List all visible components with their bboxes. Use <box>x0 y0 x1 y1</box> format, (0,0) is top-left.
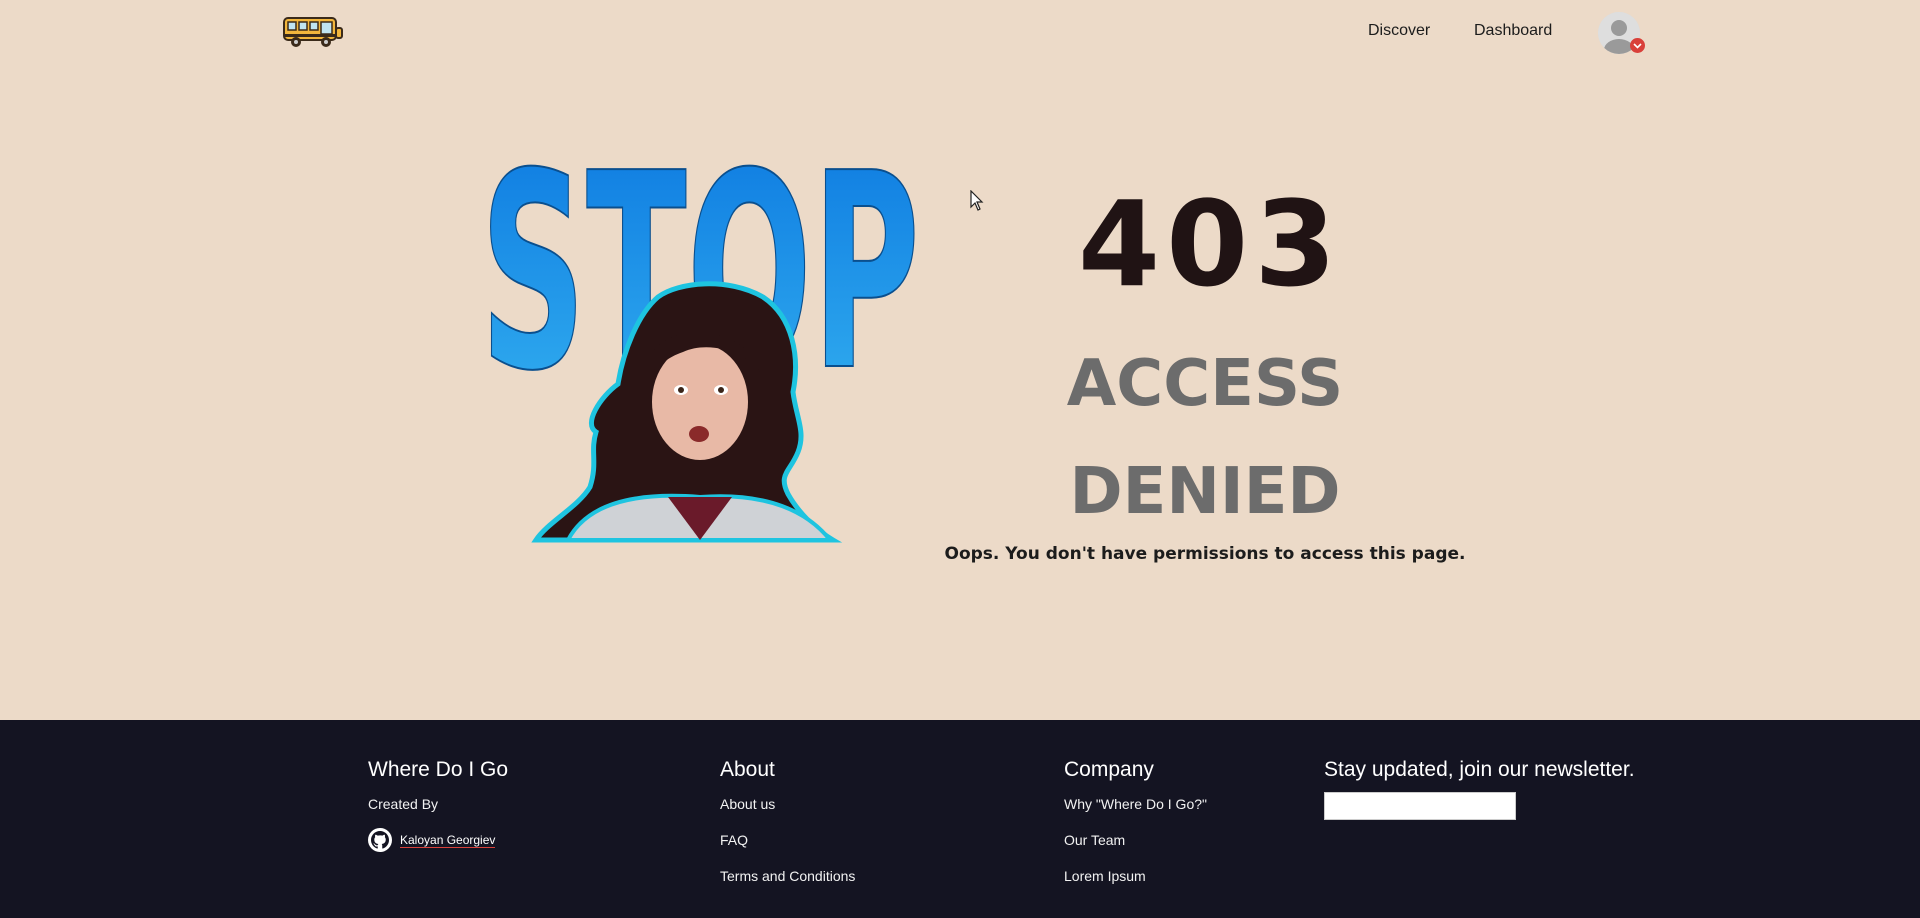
error-title-line1: ACCESS <box>1066 347 1344 421</box>
error-code: 403 <box>1078 175 1343 313</box>
chevron-down-icon[interactable] <box>1630 38 1645 53</box>
footer-brand-title: Where Do I Go <box>368 758 509 781</box>
nav-discover[interactable]: Discover <box>1368 22 1430 40</box>
footer-about-title: About <box>720 758 775 781</box>
nav-dashboard[interactable]: Dashboard <box>1474 22 1552 40</box>
mouse-cursor-icon <box>970 189 984 212</box>
newsletter-email-input[interactable] <box>1324 792 1516 820</box>
terms-link[interactable]: Terms and Conditions <box>720 868 855 884</box>
why-link[interactable]: Why "Where Do I Go?" <box>1064 796 1207 812</box>
error-title-line2: DENIED <box>1069 455 1341 529</box>
error-message: Oops. You don't have permissions to acce… <box>944 544 1466 564</box>
school-bus-logo-icon[interactable] <box>280 12 344 50</box>
our-team-link[interactable]: Our Team <box>1064 832 1125 848</box>
stop-illustration: STOP <box>478 114 923 582</box>
about-us-link[interactable]: About us <box>720 796 775 812</box>
main-content: Discover Dashboard STOP <box>0 0 1920 720</box>
created-by-label: Created By <box>368 796 439 812</box>
author-link[interactable]: Kaloyan Georgiev <box>400 833 496 848</box>
faq-link[interactable]: FAQ <box>720 832 748 848</box>
lorem-ipsum-link[interactable]: Lorem Ipsum <box>1064 868 1146 884</box>
footer: Where Do I Go Created By Kaloyan Georgie… <box>0 720 1920 918</box>
footer-company-title: Company <box>1064 758 1154 781</box>
github-icon[interactable] <box>368 828 392 852</box>
newsletter-title: Stay updated, join our newsletter. <box>1324 758 1635 781</box>
